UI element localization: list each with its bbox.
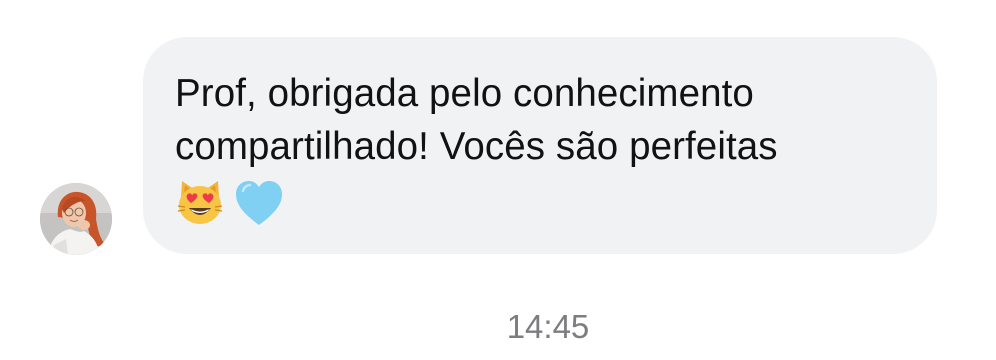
message-emojis: [175, 177, 897, 229]
sender-avatar[interactable]: [40, 183, 112, 255]
heart-eyes-cat-icon: [177, 181, 223, 224]
message-line-1: Prof, obrigada pelo conhecimento: [175, 72, 754, 115]
chat-thread: Prof, obrigada pelo conhecimento compart…: [0, 0, 996, 360]
message-timestamp: 14:45: [506, 308, 590, 345]
message-line-2: compartilhado! Vocês são perfeitas: [175, 125, 778, 168]
avatar-photo: [40, 183, 112, 255]
message-bubble[interactable]: Prof, obrigada pelo conhecimento compart…: [143, 37, 937, 254]
light-blue-heart-icon: [236, 181, 282, 225]
